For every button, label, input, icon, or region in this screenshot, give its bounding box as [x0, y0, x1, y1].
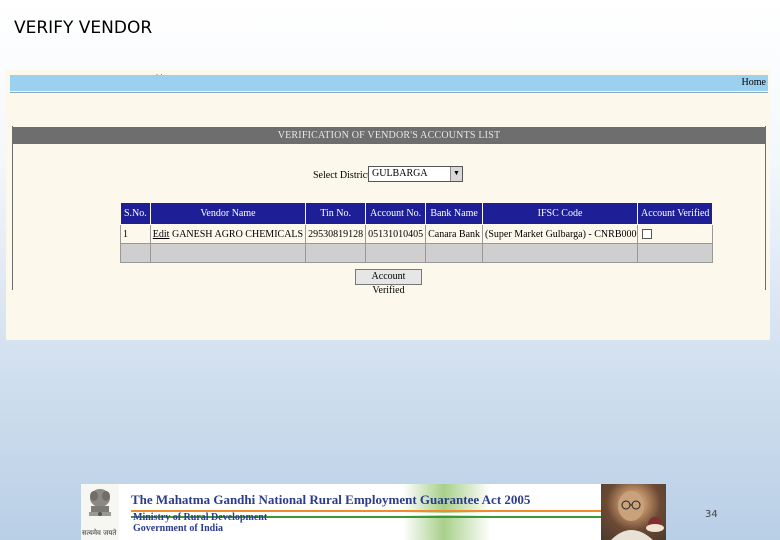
- district-label: Select District: [313, 170, 370, 181]
- cell-bank-name: Canara Bank: [425, 224, 484, 244]
- banner-government: Government of India: [133, 523, 223, 534]
- empty-cell: [120, 243, 151, 263]
- cell-ifsc-code: (Super Market Gulbarga) - CNRB0000513: [482, 224, 639, 244]
- footer-banner: सत्यमेव जयते The Mahatma Gandhi National…: [81, 484, 666, 540]
- panel-right-border: [765, 126, 766, 290]
- empty-cell: [637, 243, 714, 263]
- gandhi-portrait-icon: [601, 484, 666, 540]
- chevron-down-icon[interactable]: ▼: [450, 167, 462, 181]
- emblem-lion-capital: [89, 489, 111, 516]
- empty-cell: [482, 243, 639, 263]
- cell-account-verified: [637, 224, 714, 244]
- national-emblem-icon: सत्यमेव जयते: [81, 484, 119, 540]
- empty-cell: [305, 243, 367, 263]
- header-sno: S.No.: [120, 202, 151, 225]
- district-select[interactable]: GULBARGA ▼: [368, 166, 463, 182]
- empty-cell: [425, 243, 484, 263]
- banner-title: The Mahatma Gandhi National Rural Employ…: [131, 492, 531, 507]
- header-vendor-name: Vendor Name: [149, 202, 307, 225]
- header-account-no: Account No.: [365, 202, 427, 225]
- header-bank-name: Bank Name: [425, 202, 484, 225]
- cell-vendor-name: Edit GANESH AGRO CHEMICALS: [149, 224, 307, 244]
- page-number: 34: [705, 509, 718, 520]
- empty-cell: [365, 243, 427, 263]
- section-header: VERIFICATION OF VENDOR'S ACCOUNTS LIST: [12, 127, 766, 144]
- empty-cell: [149, 243, 307, 263]
- edit-link[interactable]: Edit: [153, 229, 170, 240]
- top-nav-bar: [10, 75, 768, 91]
- header-ifsc-code: IFSC Code: [482, 202, 639, 225]
- district-select-value: GULBARGA: [372, 168, 428, 179]
- panel-left-border: [12, 126, 13, 290]
- top-nav-divider: [10, 92, 768, 93]
- banner-ministry: Ministry of Rural Development: [133, 512, 268, 523]
- cell-tin-no: 29530819128: [305, 224, 367, 244]
- cell-sno: 1: [120, 224, 151, 244]
- vendor-accounts-table: S.No. Vendor Name Tin No. Account No. Ba…: [120, 202, 714, 263]
- account-verified-button[interactable]: Account Verified: [355, 269, 422, 296]
- portrait-drawing: [611, 491, 664, 540]
- app-screenshot: . . Home VERIFICATION OF VENDOR'S ACCOUN…: [6, 70, 770, 340]
- cell-account-no: 05131010405: [365, 224, 427, 244]
- table-header-row: S.No. Vendor Name Tin No. Account No. Ba…: [120, 202, 714, 225]
- table-row-empty: [120, 243, 714, 263]
- header-tin-no: Tin No.: [305, 202, 367, 225]
- vendor-name: GANESH AGRO CHEMICALS: [171, 228, 304, 240]
- header-account-verified: Account Verified: [637, 202, 714, 225]
- account-verified-checkbox[interactable]: [642, 229, 653, 240]
- slide-title: VERIFY VENDOR: [14, 18, 153, 38]
- home-link[interactable]: Home: [742, 75, 766, 91]
- table-row: 1 Edit GANESH AGRO CHEMICALS 29530819128…: [120, 224, 714, 244]
- emblem-caption: सत्यमेव जयते: [82, 529, 117, 537]
